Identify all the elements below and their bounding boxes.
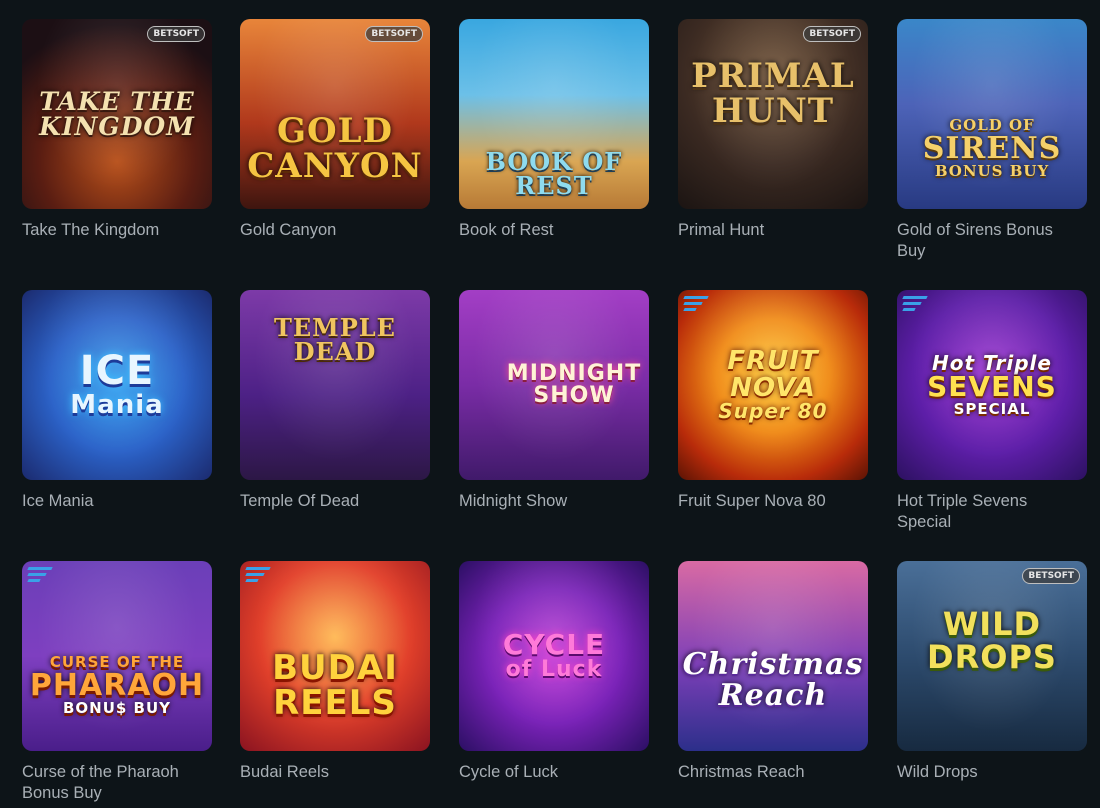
game-title[interactable]: Curse of the Pharaoh Bonus Buy [22,762,212,804]
game-card-hot-triple-sevens-special[interactable]: Hot Triple Sevens Special Hot Triple Sev… [897,290,1087,533]
provider-stripes-icon [902,296,928,314]
game-thumbnail[interactable]: Book of Rest [459,19,649,209]
game-logo: Fruit Nova Super 80 [718,346,828,424]
game-thumbnail[interactable]: BETSOFT Take The Kingdom [22,19,212,209]
game-card-fruit-super-nova-80[interactable]: Fruit Nova Super 80 Fruit Super Nova 80 [678,290,868,512]
game-card-ice-mania[interactable]: Ice Mania Ice Mania [22,290,212,512]
game-logo: Take The Kingdom [39,86,195,141]
game-title[interactable]: Hot Triple Sevens Special [897,491,1087,533]
game-title[interactable]: Primal Hunt [678,220,868,241]
game-thumbnail[interactable]: Cycle of Luck [459,561,649,751]
game-title[interactable]: Gold Canyon [240,220,430,241]
game-title[interactable]: Temple Of Dead [240,491,430,512]
game-title[interactable]: Fruit Super Nova 80 [678,491,868,512]
game-logo: Curse of the Pharaoh Bonu$ Buy [29,653,205,718]
game-card-book-of-rest[interactable]: Book of Rest Book of Rest [459,19,649,241]
game-card-gold-canyon[interactable]: BETSOFT Gold Canyon Gold Canyon [240,19,430,241]
game-card-temple-of-dead[interactable]: Temple Dead Temple Of Dead [240,290,430,512]
game-title[interactable]: Cycle of Luck [459,762,649,783]
game-logo: Ice Mania [70,348,164,421]
game-thumbnail[interactable]: BETSOFT Wild Drops [897,561,1087,751]
game-card-wild-drops[interactable]: BETSOFT Wild Drops Wild Drops [897,561,1087,783]
game-logo: Book of Rest [485,146,623,200]
provider-stripes-icon [27,567,53,585]
game-thumbnail[interactable]: Gold of Sirens Bonus Buy [897,19,1087,209]
provider-badge: BETSOFT [147,26,205,42]
game-thumbnail[interactable]: Christmas Reach [678,561,868,751]
game-title[interactable]: Gold of Sirens Bonus Buy [897,220,1087,262]
game-logo: Cycle of Luck [502,627,606,683]
game-card-cycle-of-luck[interactable]: Cycle of Luck Cycle of Luck [459,561,649,783]
provider-badge: BETSOFT [1022,568,1080,584]
game-title[interactable]: Take The Kingdom [22,220,212,241]
game-card-midnight-show[interactable]: Midnight Show Midnight Show [459,290,649,512]
provider-badge: BETSOFT [365,26,423,42]
game-thumbnail[interactable]: Curse of the Pharaoh Bonu$ Buy [22,561,212,751]
game-thumbnail[interactable]: Fruit Nova Super 80 [678,290,868,480]
game-thumbnail[interactable]: BETSOFT Primal Hunt [678,19,868,209]
game-logo: Temple Dead [274,312,396,366]
game-logo: Christmas Reach [682,647,864,713]
provider-stripes-icon [245,567,271,585]
game-thumbnail[interactable]: Midnight Show [459,290,649,480]
game-logo: Hot Triple Sevens Special [927,350,1057,418]
game-title[interactable]: Book of Rest [459,220,649,241]
game-thumbnail[interactable]: Ice Mania [22,290,212,480]
game-card-budai-reels[interactable]: Budai Reels Budai Reels [240,561,430,783]
game-logo: Midnight Show [506,360,642,408]
game-title[interactable]: Midnight Show [459,491,649,512]
game-logo: Gold Canyon [247,111,423,186]
game-card-gold-of-sirens-bonus-buy[interactable]: Gold of Sirens Bonus Buy Gold of Sirens … [897,19,1087,262]
game-title[interactable]: Wild Drops [897,762,1087,783]
game-card-curse-of-the-pharaoh-bonus-buy[interactable]: Curse of the Pharaoh Bonu$ Buy Curse of … [22,561,212,804]
game-thumbnail[interactable]: Temple Dead [240,290,430,480]
game-title[interactable]: Budai Reels [240,762,430,783]
game-thumbnail[interactable]: BETSOFT Gold Canyon [240,19,430,209]
provider-badge: BETSOFT [803,26,861,42]
game-logo: Gold of Sirens Bonus Buy [922,116,1062,181]
game-card-take-the-kingdom[interactable]: BETSOFT Take The Kingdom Take The Kingdo… [22,19,212,241]
game-logo: Budai Reels [272,648,398,723]
game-card-christmas-reach[interactable]: Christmas Reach Christmas Reach [678,561,868,783]
game-thumbnail[interactable]: Budai Reels [240,561,430,751]
game-logo: Primal Hunt [691,56,855,131]
game-grid: BETSOFT Take The Kingdom Take The Kingdo… [0,0,1100,808]
game-title[interactable]: Christmas Reach [678,762,868,783]
provider-stripes-icon [683,296,709,314]
game-title[interactable]: Ice Mania [22,491,212,512]
game-thumbnail[interactable]: Hot Triple Sevens Special [897,290,1087,480]
game-card-primal-hunt[interactable]: BETSOFT Primal Hunt Primal Hunt [678,19,868,241]
game-logo: Wild Drops [927,605,1057,676]
